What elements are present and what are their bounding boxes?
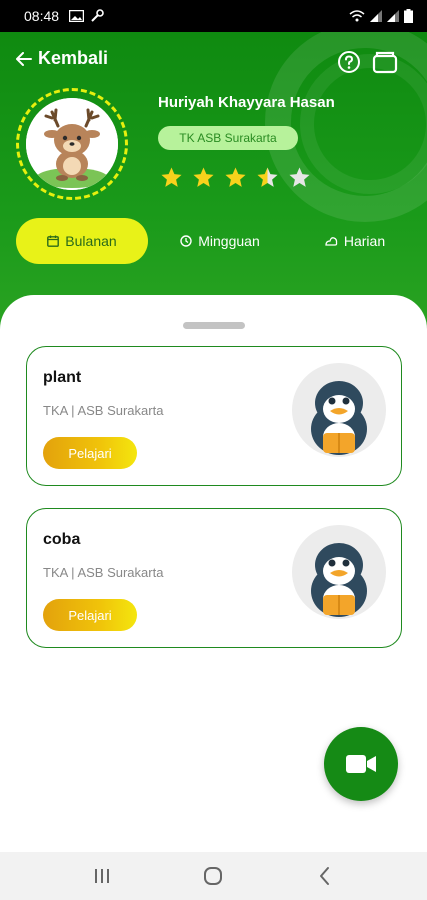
day-icon bbox=[325, 237, 338, 246]
penguin-icon bbox=[311, 381, 367, 455]
tab-label: Harian bbox=[343, 233, 386, 249]
signal-icon bbox=[387, 10, 399, 22]
learn-button[interactable]: Pelajari bbox=[43, 599, 137, 631]
tab-bulanan[interactable]: Bulanan bbox=[16, 218, 148, 264]
drag-handle[interactable] bbox=[183, 322, 245, 329]
recent-apps-icon[interactable] bbox=[90, 864, 114, 888]
learn-button[interactable]: Pelajari bbox=[43, 437, 137, 469]
avatar bbox=[26, 98, 118, 190]
penguin-avatar bbox=[292, 363, 386, 457]
deer-avatar-icon bbox=[26, 98, 118, 190]
penguin-icon bbox=[311, 543, 367, 617]
lesson-card[interactable]: coba TKA | ASB Surakarta Pelajari bbox=[26, 508, 402, 648]
video-call-button[interactable] bbox=[324, 727, 398, 801]
image-icon bbox=[69, 10, 85, 22]
star-full-icon bbox=[225, 167, 246, 187]
profile-header: Kembali Huriyah Khayyara Hasan TK ASB Su… bbox=[0, 32, 427, 332]
star-empty-icon bbox=[289, 167, 310, 187]
home-icon[interactable] bbox=[201, 864, 225, 888]
status-left-icons bbox=[69, 9, 104, 23]
wifi-icon bbox=[349, 10, 365, 22]
star-full-icon bbox=[193, 167, 214, 187]
status-bar: 08:48 bbox=[0, 0, 427, 32]
arrow-left-icon bbox=[16, 51, 32, 66]
star-half-icon bbox=[257, 167, 278, 187]
back-button[interactable]: Kembali bbox=[16, 48, 108, 69]
tab-label: Mingguan bbox=[198, 233, 260, 249]
back-icon[interactable] bbox=[313, 864, 337, 888]
video-camera-icon bbox=[346, 755, 376, 773]
calendar-icon bbox=[47, 235, 60, 247]
wrench-icon bbox=[91, 9, 104, 22]
tab-mingguan[interactable]: Mingguan bbox=[170, 218, 270, 264]
star-full-icon bbox=[161, 167, 182, 187]
card-subtitle: TKA | ASB Surakarta bbox=[43, 403, 164, 418]
help-icon[interactable] bbox=[337, 50, 361, 74]
system-nav-bar bbox=[0, 852, 427, 900]
penguin-avatar bbox=[292, 525, 386, 619]
lesson-card[interactable]: plant TKA | ASB Surakarta Pelajari bbox=[26, 346, 402, 486]
user-name: Huriyah Khayyara Hasan bbox=[158, 94, 335, 111]
back-label: Kembali bbox=[38, 48, 109, 68]
battery-icon bbox=[404, 9, 413, 23]
rating-stars bbox=[160, 166, 311, 189]
decorative-ring bbox=[300, 54, 427, 194]
avatar-ring bbox=[16, 88, 128, 200]
school-badge: TK ASB Surakarta bbox=[158, 126, 298, 150]
card-title: coba bbox=[43, 531, 81, 548]
signal-icon bbox=[370, 10, 382, 22]
card-subtitle: TKA | ASB Surakarta bbox=[43, 565, 164, 580]
tab-harian[interactable]: Harian bbox=[310, 218, 400, 264]
store-icon[interactable] bbox=[372, 50, 398, 74]
period-tabs: Bulanan Mingguan Harian bbox=[0, 218, 427, 264]
card-title: plant bbox=[43, 369, 82, 386]
tab-label: Bulanan bbox=[65, 233, 117, 249]
week-icon bbox=[180, 235, 192, 247]
status-right-icons bbox=[349, 9, 413, 23]
status-time: 08:48 bbox=[24, 8, 60, 24]
